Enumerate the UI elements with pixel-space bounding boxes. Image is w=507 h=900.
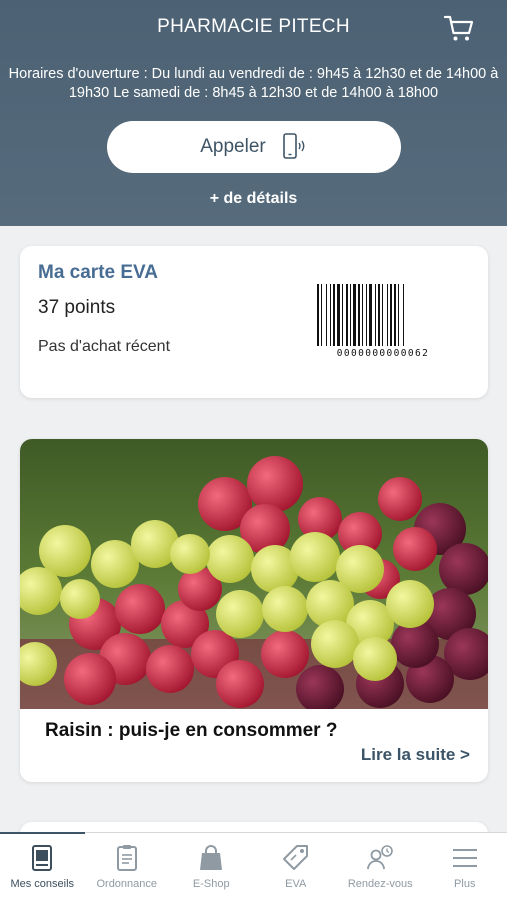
- tab-plus[interactable]: Plus: [423, 833, 507, 900]
- tab-label: EVA: [285, 878, 307, 890]
- shopping-bag-icon: [200, 845, 223, 870]
- eva-loyalty-card[interactable]: Ma carte EVA 37 points Pas d'achat récen…: [20, 246, 488, 398]
- eva-card-title: Ma carte EVA: [38, 262, 159, 283]
- book-icon: [32, 845, 53, 871]
- tab-label: Mes conseils: [10, 878, 75, 890]
- eva-points: 37 points: [38, 297, 116, 318]
- tab-e-shop[interactable]: E-Shop: [169, 833, 254, 900]
- more-details-link[interactable]: + de détails: [0, 190, 507, 208]
- read-more-link[interactable]: Lire la suite >: [361, 745, 470, 765]
- tab-label: Rendez-vous: [347, 878, 413, 890]
- cart-icon[interactable]: [443, 12, 475, 44]
- pharmacy-name: PHARMACIE PITECH: [157, 16, 350, 37]
- tag-icon: [282, 845, 308, 870]
- bottom-tab-bar: Mes conseils Ordonnance E-Shop EVA Rende…: [0, 832, 507, 900]
- tab-label: E-Shop: [192, 878, 230, 890]
- call-button[interactable]: Appeler: [107, 121, 401, 173]
- tab-rendez-vous[interactable]: Rendez-vous: [338, 833, 423, 900]
- barcode-number: 0000000000062: [315, 348, 451, 359]
- grapes-image: [20, 439, 488, 709]
- opening-hours: Horaires d'ouverture : Du lundi au vendr…: [8, 66, 499, 101]
- tab-label: Ordonnance: [96, 878, 158, 890]
- phone-icon: [282, 133, 305, 159]
- eva-purchase-status: Pas d'achat récent: [38, 338, 171, 355]
- tab-ordonnance[interactable]: Ordonnance: [85, 833, 170, 900]
- call-button-label: Appeler: [200, 136, 266, 157]
- tab-label: Plus: [454, 878, 476, 890]
- tab-eva[interactable]: EVA: [254, 833, 339, 900]
- prescription-icon: [116, 845, 137, 871]
- appointment-icon: [367, 845, 394, 870]
- article-card[interactable]: Raisin : puis-je en consommer ? Lire la …: [20, 439, 488, 782]
- tab-mes-conseils[interactable]: Mes conseils: [0, 832, 85, 900]
- pharmacy-header: PHARMACIE PITECH Horaires d'ouverture : …: [0, 0, 507, 226]
- article-title: Raisin : puis-je en consommer ?: [45, 720, 338, 741]
- menu-icon: [452, 849, 477, 867]
